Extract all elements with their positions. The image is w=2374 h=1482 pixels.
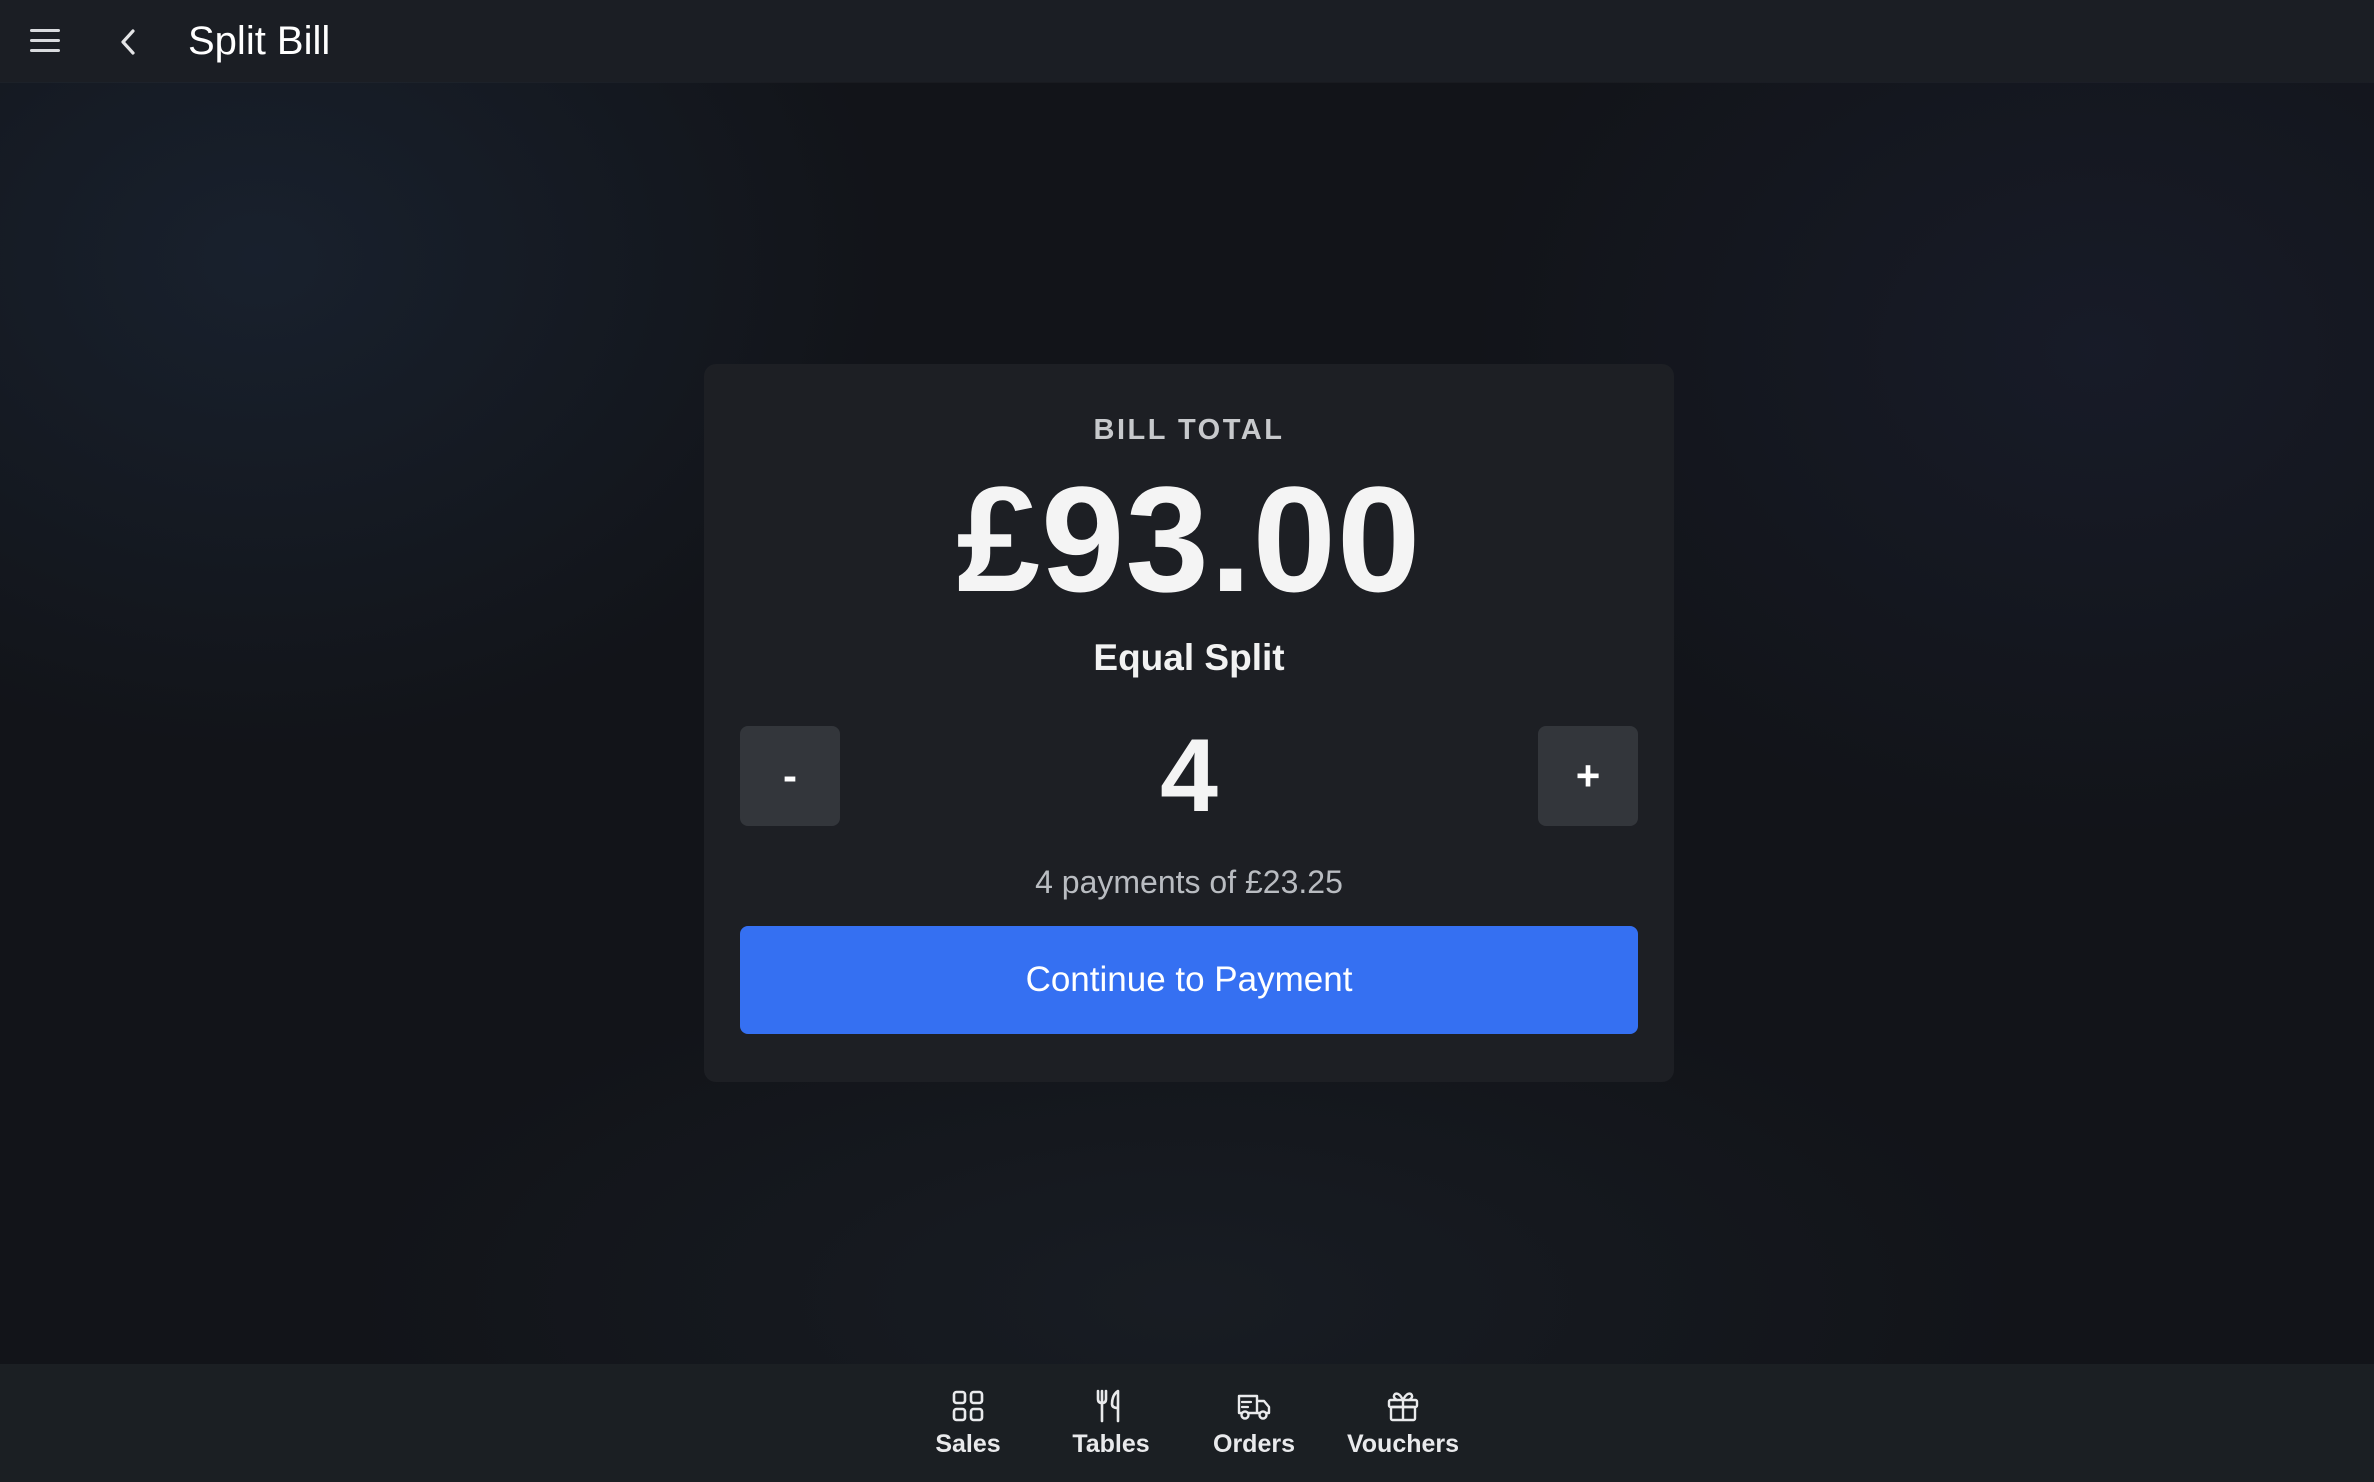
hamburger-menu-icon[interactable] <box>26 22 72 60</box>
delivery-truck-icon <box>1237 1394 1271 1420</box>
nav-label-tables: Tables <box>1072 1430 1150 1458</box>
chevron-left-icon-graphic <box>121 29 135 55</box>
bottom-navigation: Sales Tables Orders Vouchers <box>0 1364 2374 1482</box>
top-bar: Split Bill <box>0 0 2374 82</box>
nav-item-orders[interactable]: Orders <box>1194 1388 1314 1468</box>
grid-icon <box>952 1390 984 1422</box>
nav-item-sales[interactable]: Sales <box>908 1388 1028 1468</box>
nav-label-orders: Orders <box>1213 1430 1295 1458</box>
bill-total-label: BILL TOTAL <box>1093 414 1285 446</box>
nav-label-vouchers: Vouchers <box>1346 1430 1460 1458</box>
gift-icon <box>1387 1392 1419 1422</box>
increment-split-button[interactable]: + <box>1538 726 1638 826</box>
bill-total-amount: £93.00 <box>956 455 1422 623</box>
nav-label-sales: Sales <box>935 1430 1001 1458</box>
utensils-icon <box>1096 1389 1120 1423</box>
payments-summary: 4 payments of £23.25 <box>1035 864 1343 900</box>
nav-item-tables[interactable]: Tables <box>1051 1388 1171 1468</box>
continue-to-payment-button[interactable]: Continue to Payment <box>740 926 1638 1034</box>
split-count-value: 4 <box>1160 718 1218 834</box>
split-bill-card: BILL TOTAL £93.00 Equal Split 4 - + 4 pa… <box>704 364 1674 1082</box>
split-mode-label: Equal Split <box>1093 637 1285 678</box>
decrement-split-button[interactable]: - <box>740 726 840 826</box>
nav-item-vouchers[interactable]: Vouchers <box>1343 1388 1463 1468</box>
split-bill-screen: Split Bill BILL TOTAL £93.00 Equal Split… <box>0 0 2374 1482</box>
chevron-left-icon[interactable] <box>108 20 152 64</box>
page-title: Split Bill <box>188 19 331 63</box>
hamburger-menu-icon-graphic <box>30 29 60 52</box>
